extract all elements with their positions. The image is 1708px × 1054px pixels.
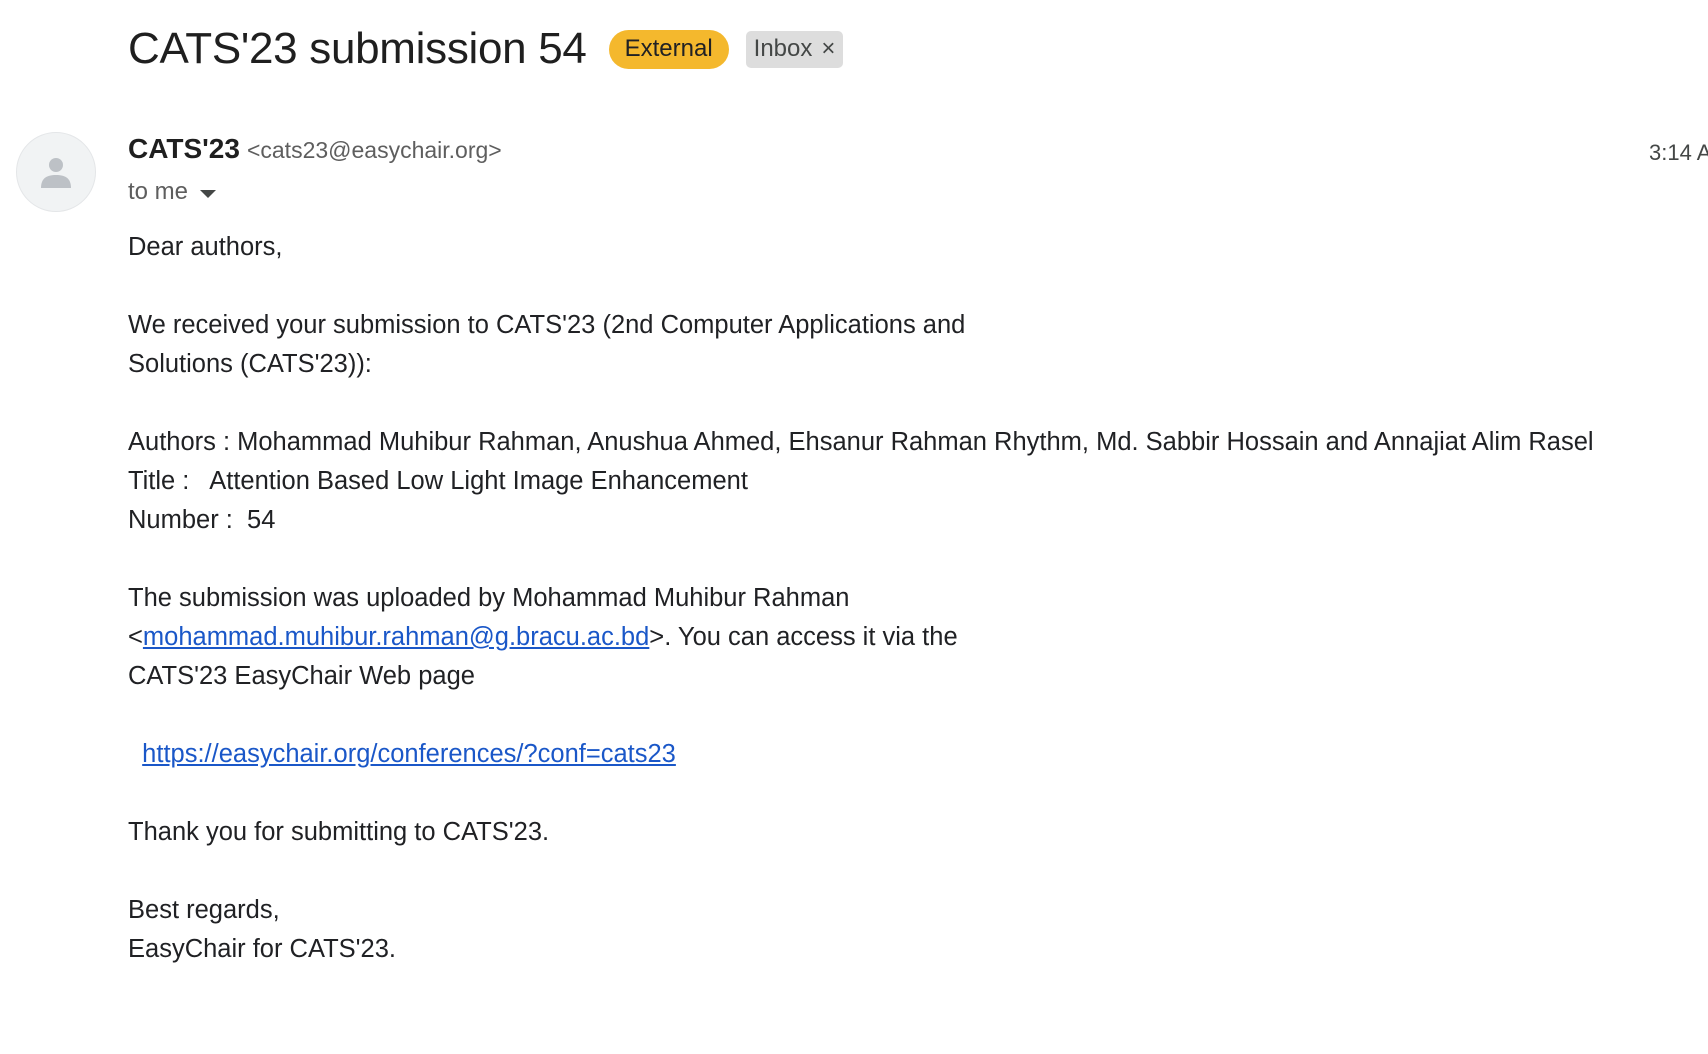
recipient-details-toggle[interactable]: to me: [128, 178, 217, 206]
close-icon[interactable]: ×: [821, 36, 835, 61]
person-icon: [41, 158, 71, 188]
link-indent: [128, 740, 142, 768]
uploaded-line-2-rest: >. You can access it via the: [649, 623, 958, 651]
sender-name[interactable]: CATS'23: [128, 133, 240, 165]
received-line-1: We received your submission to CATS'23 (…: [128, 311, 966, 339]
authors-line: Authors : Mohammad Muhibur Rahman, Anush…: [128, 428, 1594, 456]
inbox-label[interactable]: Inbox ×: [745, 30, 844, 68]
greeting: Dear authors,: [128, 233, 283, 261]
email-subject: CATS'23 submission 54: [128, 24, 587, 73]
recipient-text: to me: [128, 178, 189, 205]
caret-down-icon[interactable]: [200, 189, 217, 198]
title-line: Title : Attention Based Low Light Image …: [128, 467, 748, 495]
number-line: Number : 54: [128, 506, 276, 534]
uploaded-line-1: The submission was uploaded by Mohammad …: [128, 584, 850, 612]
uploaded-line-2: <mohammad.muhibur.rahman@g.bracu.ac.bd>.…: [128, 618, 1688, 657]
inbox-label-text: Inbox: [753, 34, 813, 62]
uploader-email-link[interactable]: mohammad.muhibur.rahman@g.bracu.ac.bd: [143, 623, 649, 651]
link-line: https://easychair.org/conferences/?conf=…: [128, 735, 1688, 774]
regards-line: Best regards,: [128, 896, 280, 924]
sender-email: <cats23@easychair.org>: [246, 137, 502, 163]
sender-row: CATS'23 <cats23@easychair.org>: [128, 133, 502, 165]
email-time[interactable]: 3:14 A: [1649, 140, 1708, 166]
email-body: Dear authors, We received your submissio…: [128, 228, 1688, 969]
signature-line: EasyChair for CATS'23.: [128, 935, 396, 963]
uploader-open: <: [128, 623, 143, 651]
thanks-line: Thank you for submitting to CATS'23.: [128, 818, 550, 846]
received-line-2: Solutions (CATS'23)):: [128, 350, 372, 378]
easychair-conference-link[interactable]: https://easychair.org/conferences/?conf=…: [142, 740, 676, 768]
subject-row: CATS'23 submission 54 External Inbox ×: [128, 18, 844, 80]
sender-avatar[interactable]: [16, 132, 96, 212]
uploaded-line-3: CATS'23 EasyChair Web page: [128, 662, 475, 690]
external-label: External: [608, 29, 729, 69]
